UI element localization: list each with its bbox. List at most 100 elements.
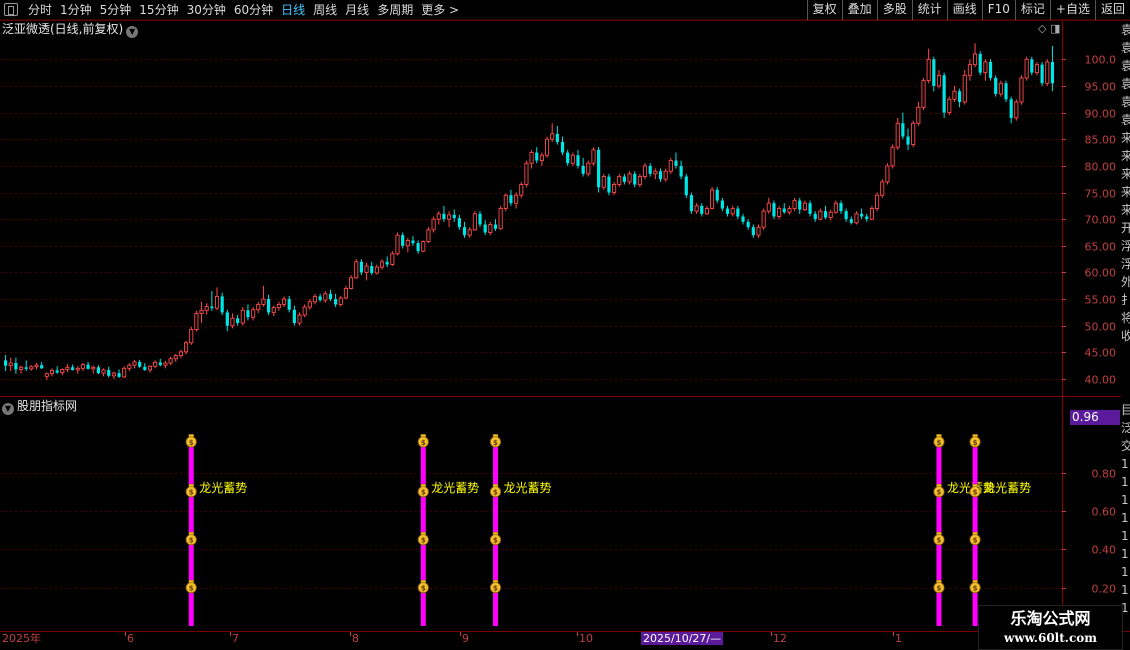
date-tick	[577, 632, 578, 636]
candle-body-up	[503, 194, 508, 209]
money-bag-symbol: $	[421, 489, 426, 497]
candle-body-up	[60, 368, 65, 374]
candle-body-up	[436, 213, 441, 220]
candle-body-up	[173, 355, 178, 360]
strip-char: 袁	[1121, 23, 1130, 37]
strip-char: 1	[1121, 547, 1129, 561]
candle-body-down	[442, 213, 446, 220]
candle-body-up	[828, 211, 833, 219]
candle-body-down	[96, 367, 101, 374]
candle-body-up	[49, 370, 55, 375]
candle-body-down	[385, 261, 389, 265]
candle-body-down	[210, 306, 214, 309]
candle-body-down	[715, 189, 719, 201]
strip-char: 交	[1121, 439, 1130, 453]
candle-body-down	[143, 366, 147, 370]
strip-char: 来	[1121, 167, 1130, 181]
candle-body-down	[674, 160, 678, 166]
cursor-date-badge: 2025/10/27/—	[641, 632, 724, 645]
money-bag-knot	[972, 434, 978, 438]
money-bag-knot	[492, 483, 499, 487]
candle-body-down	[535, 152, 539, 161]
chevron-down-icon[interactable]: ▼	[126, 26, 139, 38]
diamond-icon[interactable]: ◇	[1038, 22, 1046, 35]
kline-chart: 40.00 45.00 50.00 55.00 60.00 65.00 70.00 75.00…	[0, 20, 1130, 631]
candle-body-down	[560, 141, 565, 153]
candle-body-up	[261, 298, 266, 305]
price-tick-label: 100.0	[1085, 54, 1117, 67]
candle-body-down	[334, 299, 338, 305]
strip-char: 袁	[1121, 59, 1130, 73]
candle-body-up	[761, 210, 766, 228]
candle-body-up	[627, 173, 632, 183]
money-bag-knot	[936, 579, 942, 583]
money-bag-symbol: $	[937, 537, 942, 545]
price-tick-label: 95.00	[1085, 81, 1117, 94]
candle-body-down	[622, 176, 627, 182]
candle-body-up	[952, 90, 957, 100]
strip-char: 袁	[1121, 95, 1130, 109]
candle-body-down	[957, 91, 962, 102]
candle-body-up	[854, 213, 859, 224]
price-panel-title[interactable]: 泛亚微透(日线,前复权) ▼	[2, 21, 139, 38]
money-bag-knot	[936, 531, 942, 535]
candle-body-down	[117, 373, 121, 377]
date-tick	[460, 632, 461, 636]
candle-body-up	[787, 208, 792, 213]
money-bag-symbol: $	[493, 489, 498, 497]
money-bag-symbol: $	[421, 439, 426, 447]
indicator-name-label: 股朋指标网	[17, 399, 78, 413]
candle-body-up	[354, 261, 359, 279]
candle-body-down	[901, 123, 905, 137]
candle-body-down	[689, 195, 694, 212]
money-bag-knot	[188, 434, 194, 438]
price-tick-label: 90.00	[1085, 108, 1117, 121]
logo-title: 乐淘公式网	[1010, 609, 1091, 628]
candle-body-up	[653, 170, 658, 175]
candle-body-down	[266, 299, 271, 313]
candle-body-up	[895, 122, 900, 148]
candle-body-up	[44, 373, 49, 377]
candle-body-up	[1019, 77, 1024, 103]
date-label: 1	[895, 632, 902, 645]
candle-body-up	[421, 241, 426, 252]
candle-body-down	[839, 203, 843, 212]
price-tick-label: 75.00	[1085, 188, 1117, 201]
candle-body-down	[849, 219, 853, 223]
candle-body-down	[359, 261, 364, 273]
candle-body-down	[225, 312, 229, 326]
candle-body-down	[648, 165, 652, 174]
candle-body-down	[808, 203, 812, 214]
candle-body-down	[746, 221, 750, 228]
date-label: 2025年	[2, 632, 41, 645]
money-bag-symbol: $	[937, 585, 942, 593]
candle-body-down	[607, 176, 611, 193]
candle-body-up	[178, 351, 183, 357]
candle-body-down	[14, 363, 18, 370]
candle-body-up	[467, 229, 472, 236]
money-bag-symbol: $	[189, 585, 194, 593]
candle-body-down	[1004, 83, 1008, 100]
candle-body-up	[947, 98, 952, 114]
candle-body-up	[1045, 61, 1050, 84]
strip-char: 来	[1121, 185, 1130, 199]
candle-body-up	[730, 208, 735, 215]
candle-body-down	[40, 365, 44, 369]
money-bag-knot	[936, 483, 942, 487]
candle-body-down	[416, 243, 420, 252]
candle-body-up	[612, 184, 617, 193]
date-label: 10	[579, 632, 593, 645]
candle-body-up	[545, 138, 550, 156]
date-tick	[230, 632, 231, 636]
chevron-down-icon[interactable]: ▼	[2, 403, 14, 415]
current-value-badge: 0.96	[1070, 410, 1120, 425]
candle-body-up	[880, 181, 885, 196]
strip-char: 泛	[1121, 421, 1130, 435]
indicator-panel-title[interactable]: ▼ 股朋指标网	[2, 398, 78, 415]
candle-body-down	[246, 310, 250, 318]
candle-body-down	[401, 235, 405, 246]
candle-body-up	[472, 213, 477, 231]
strip-char: 袁	[1121, 77, 1130, 91]
candle-body-down	[576, 155, 580, 166]
window-icon[interactable]: ◨	[1050, 22, 1060, 35]
